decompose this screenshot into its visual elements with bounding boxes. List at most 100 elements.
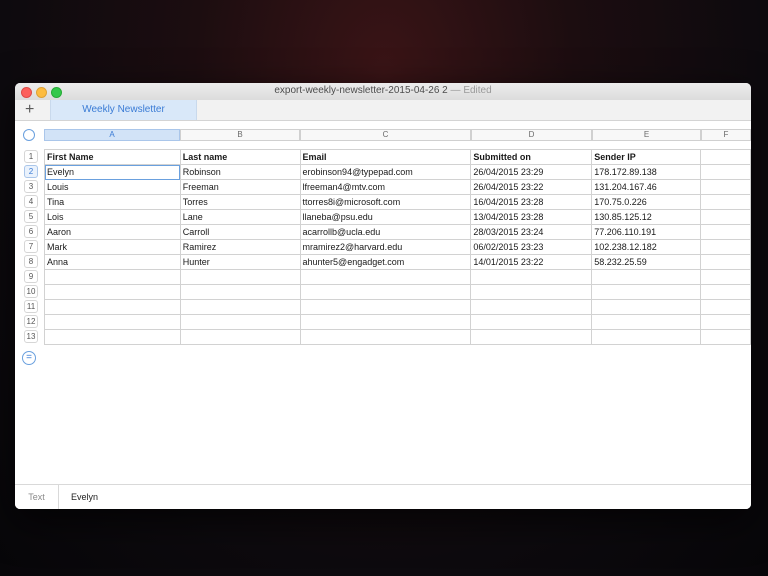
cell-e6[interactable]: 77.206.110.191 [591,224,702,240]
cell-e13[interactable] [591,329,702,345]
column-header-d[interactable]: D [471,129,592,141]
row-header-5[interactable]: 5 [24,210,38,223]
cell-a8[interactable]: Anna [44,254,181,270]
cell-e8[interactable]: 58.232.25.59 [591,254,702,270]
cell-a10[interactable] [44,284,181,300]
cell-c13[interactable] [299,329,472,345]
cell-c1[interactable]: Email [299,149,472,165]
cell-c10[interactable] [299,284,472,300]
cell-e4[interactable]: 170.75.0.226 [591,194,702,210]
cell-b2[interactable]: Robinson [179,164,301,180]
cell-b8[interactable]: Hunter [179,254,301,270]
cell-b12[interactable] [179,314,301,330]
row-header-4[interactable]: 4 [24,195,38,208]
cell-b13[interactable] [179,329,301,345]
cell-f9[interactable] [700,269,751,285]
cell-e10[interactable] [591,284,702,300]
cell-e2[interactable]: 178.172.89.138 [591,164,702,180]
cell-c8[interactable]: ahunter5@engadget.com [299,254,472,270]
cell-f7[interactable] [700,239,751,255]
cell-c2[interactable]: erobinson94@typepad.com [299,164,472,180]
cell-e5[interactable]: 130.85.125.12 [591,209,702,225]
cell-b7[interactable]: Ramirez [179,239,301,255]
cell-e1[interactable]: Sender IP [591,149,702,165]
cell-d2[interactable]: 26/04/2015 23:29 [470,164,593,180]
cell-a7[interactable]: Mark [44,239,181,255]
cell-b6[interactable]: Carroll [179,224,301,240]
row-header-1[interactable]: 1 [24,150,38,163]
cell-a1[interactable]: First Name [44,149,181,165]
row-header-8[interactable]: 8 [24,255,38,268]
cell-c6[interactable]: acarrollb@ucla.edu [299,224,472,240]
cell-c9[interactable] [299,269,472,285]
cell-b10[interactable] [179,284,301,300]
cell-a2[interactable]: Evelyn [44,164,181,180]
cell-b5[interactable]: Lane [179,209,301,225]
row-header-10[interactable]: 10 [24,285,38,298]
cell-c3[interactable]: lfreeman4@mtv.com [299,179,472,195]
cell-value-field[interactable]: Evelyn [71,485,98,509]
row-header-9[interactable]: 9 [24,270,38,283]
cell-c12[interactable] [299,314,472,330]
title-bar[interactable]: export-weekly-newsletter-2015-04-26 2 — … [15,83,751,101]
cell-f2[interactable] [700,164,751,180]
row-header-3[interactable]: 3 [24,180,38,193]
cell-e11[interactable] [591,299,702,315]
cell-b9[interactable] [179,269,301,285]
cell-d11[interactable] [470,299,593,315]
cell-e3[interactable]: 131.204.167.46 [591,179,702,195]
cell-e9[interactable] [591,269,702,285]
row-header-2[interactable]: 2 [24,165,38,178]
cell-type-label[interactable]: Text [15,485,59,509]
cell-f10[interactable] [700,284,751,300]
cell-c11[interactable] [299,299,472,315]
cell-d6[interactable]: 28/03/2015 23:24 [470,224,593,240]
cell-c5[interactable]: llaneba@psu.edu [299,209,472,225]
row-header-11[interactable]: 11 [24,300,38,313]
column-header-f[interactable]: F [701,129,751,141]
column-header-c[interactable]: C [300,129,471,141]
column-header-a[interactable]: A [44,129,180,141]
cell-f11[interactable] [700,299,751,315]
cell-d12[interactable] [470,314,593,330]
add-sheet-button[interactable]: + [25,100,34,120]
cell-a4[interactable]: Tina [44,194,181,210]
cell-d4[interactable]: 16/04/2015 23:28 [470,194,593,210]
cell-f3[interactable] [700,179,751,195]
cell-c7[interactable]: mramirez2@harvard.edu [299,239,472,255]
edited-indicator[interactable]: Edited [463,85,491,96]
cell-d1[interactable]: Submitted on [470,149,593,165]
cell-f6[interactable] [700,224,751,240]
tab-weekly-newsletter[interactable]: Weekly Newsletter [50,100,197,120]
row-header-6[interactable]: 6 [24,225,38,238]
cell-f12[interactable] [700,314,751,330]
cell-d13[interactable] [470,329,593,345]
cell-d10[interactable] [470,284,593,300]
cell-d9[interactable] [470,269,593,285]
cell-a12[interactable] [44,314,181,330]
select-all-handle[interactable] [23,129,35,141]
cell-c4[interactable]: ttorres8i@microsoft.com [299,194,472,210]
cell-d3[interactable]: 26/04/2015 23:22 [470,179,593,195]
row-header-12[interactable]: 12 [24,315,38,328]
cell-a6[interactable]: Aaron [44,224,181,240]
cell-f13[interactable] [700,329,751,345]
cell-d5[interactable]: 13/04/2015 23:28 [470,209,593,225]
row-header-13[interactable]: 13 [24,330,38,343]
cell-f4[interactable] [700,194,751,210]
cell-a5[interactable]: Lois [44,209,181,225]
cell-f8[interactable] [700,254,751,270]
column-header-e[interactable]: E [592,129,701,141]
cell-e12[interactable] [591,314,702,330]
cell-a9[interactable] [44,269,181,285]
cell-a13[interactable] [44,329,181,345]
cell-b3[interactable]: Freeman [179,179,301,195]
add-row-button[interactable]: = [22,351,36,365]
cell-e7[interactable]: 102.238.12.182 [591,239,702,255]
cell-a3[interactable]: Louis [44,179,181,195]
cell-a11[interactable] [44,299,181,315]
cell-f1[interactable] [700,149,751,165]
cell-d7[interactable]: 06/02/2015 23:23 [470,239,593,255]
cell-b11[interactable] [179,299,301,315]
cell-b1[interactable]: Last name [179,149,301,165]
